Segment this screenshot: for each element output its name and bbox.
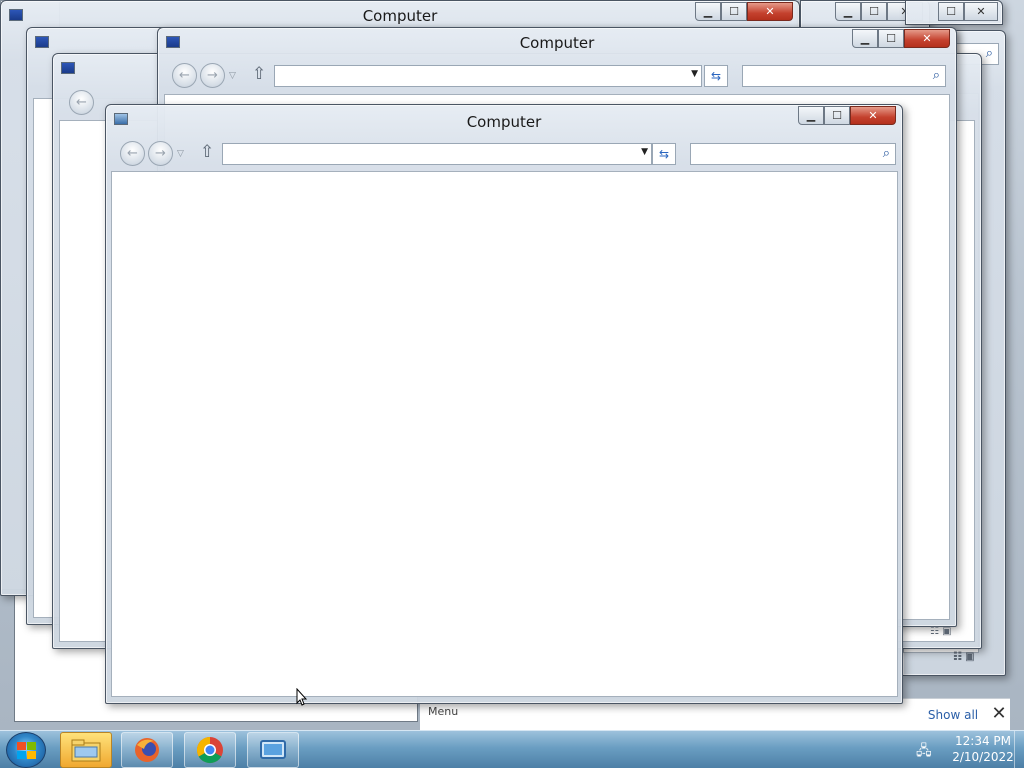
recent-pages-dropdown[interactable]: ▽ [177,149,184,159]
show-all-link[interactable]: Show all [917,703,989,725]
search-icon: ⌕ [882,146,890,161]
refresh-icon[interactable]: ⇆ [652,143,676,165]
maximize-button[interactable]: ☐ [878,29,904,48]
close-button[interactable]: ✕ [964,2,998,21]
back-button[interactable]: ← [172,63,197,88]
caption-buttons: ▁ ☐ ✕ [695,2,793,22]
close-button[interactable]: ✕ [850,106,896,125]
address-dropdown-icon[interactable]: ▼ [641,147,648,157]
address-bar[interactable]: ▼ [222,143,652,165]
windows-logo-icon [17,742,37,760]
window-title: Computer [362,7,438,25]
chrome-taskbar-button[interactable] [184,732,236,768]
caption-buttons: ☐ ✕ [938,2,998,22]
computer-icon [35,36,49,48]
refresh-icon[interactable]: ⇆ [704,65,728,87]
clock-date[interactable]: 2/10/2022 [948,750,1018,764]
desktop: Menu Show all ✕ Computer ▁ ☐ ✕ ▁ ☐ ✕ ☐ ✕… [0,0,1024,730]
file-explorer-taskbar-button[interactable] [60,732,112,768]
show-desktop-button[interactable] [1014,731,1024,768]
view-icons[interactable]: ☷ ▣ [953,652,975,663]
view-icons[interactable]: ☷ ▣ [930,626,952,637]
caption-buttons: ▁ ☐ ✕ [852,29,950,49]
maximize-button[interactable]: ☐ [824,106,850,125]
maximize-button[interactable]: ☐ [938,2,964,21]
window-content [111,171,898,697]
window-title: Computer [519,34,595,52]
mouse-cursor [296,688,308,706]
start-button[interactable] [6,732,46,768]
search-box[interactable]: ⌕ [690,143,896,165]
close-icon[interactable]: ✕ [988,701,1010,727]
explorer-window-active: Computer ▁ ☐ ✕ ← → ▽ ⇧ ▼ ⇆ ⌕ [105,104,903,704]
minimize-button[interactable]: ▁ [695,2,721,21]
system-tray: 🖧 12:34 PM 2/10/2022 [904,731,1024,768]
back-button[interactable]: ← [69,90,94,115]
forward-button[interactable]: → [148,141,173,166]
forward-button[interactable]: → [200,63,225,88]
up-arrow-icon[interactable]: ⇧ [200,142,214,162]
recent-pages-dropdown[interactable]: ▽ [229,71,236,81]
search-box[interactable]: ⌕ [742,65,946,87]
taskbar: 🖧 12:34 PM 2/10/2022 [0,730,1024,768]
chrome-icon [196,736,223,764]
window-title: Computer [466,113,542,131]
minimize-button[interactable]: ▁ [852,29,878,48]
address-dropdown-icon[interactable]: ▼ [691,69,698,79]
minimize-button[interactable]: ▁ [798,106,824,125]
caption-buttons: ▁ ☐ ✕ [798,106,896,126]
clock-time[interactable]: 12:34 PM [948,734,1018,748]
close-button[interactable]: ✕ [747,2,793,21]
remote-desktop-taskbar-button[interactable] [247,732,299,768]
firefox-icon [135,738,159,762]
network-icon[interactable]: 🖧 [916,740,932,764]
notification-left-text: Menu [428,705,459,718]
computer-icon [61,62,75,74]
maximize-button[interactable]: ☐ [861,2,887,21]
address-bar[interactable]: ▼ [274,65,702,87]
minimize-button[interactable]: ▁ [835,2,861,21]
file-explorer-icon [71,739,101,762]
close-button[interactable]: ✕ [904,29,950,48]
explorer-window: ☐ ✕ [905,0,1003,25]
back-button[interactable]: ← [120,141,145,166]
up-arrow-icon[interactable]: ⇧ [252,64,266,84]
firefox-taskbar-button[interactable] [121,732,173,768]
search-icon: ⌕ [985,46,993,61]
search-icon: ⌕ [932,68,940,83]
remote-desktop-icon [260,740,286,759]
maximize-button[interactable]: ☐ [721,2,747,21]
